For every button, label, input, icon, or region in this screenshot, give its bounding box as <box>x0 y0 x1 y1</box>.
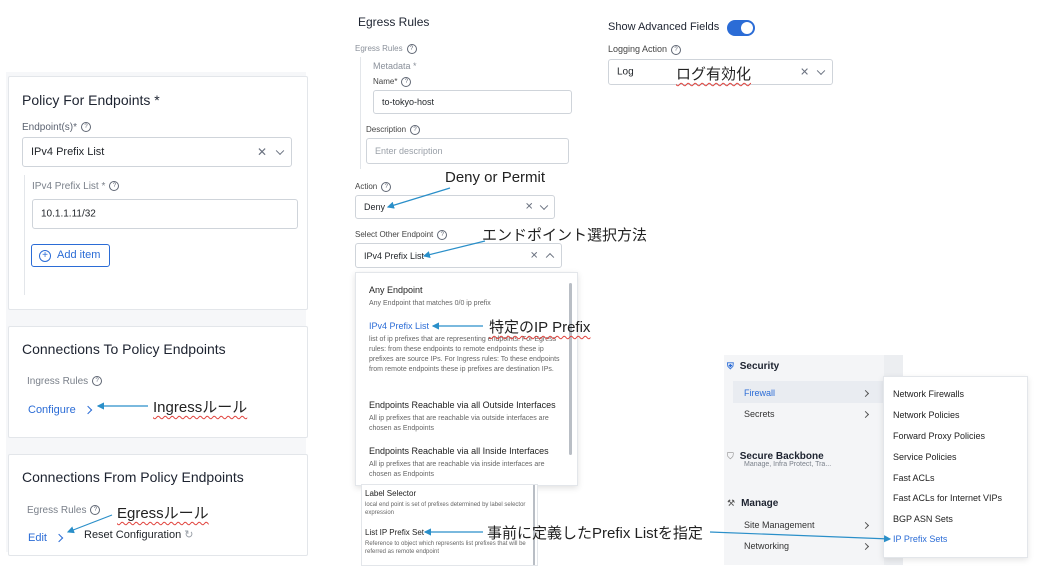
left-arrows <box>66 402 148 534</box>
select-other-arrow <box>422 240 486 259</box>
right-arrows <box>386 187 892 543</box>
egress-arrow <box>66 514 113 534</box>
action-arrow <box>386 187 451 209</box>
prefix-set-arrow-right <box>709 531 892 543</box>
